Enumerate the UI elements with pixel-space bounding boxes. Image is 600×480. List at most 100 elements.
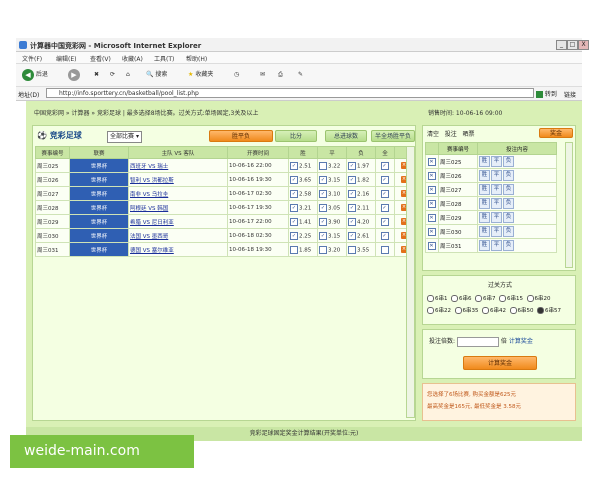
- multiple-box: 投注倍数: 倍 计算奖金 计算奖金: [422, 329, 576, 379]
- history-icon[interactable]: ◷: [234, 68, 239, 82]
- address-label: 地址(D): [18, 92, 40, 99]
- checkbox-all[interactable]: ✓: [380, 175, 389, 184]
- checkbox[interactable]: ✓: [319, 203, 327, 212]
- tab-score[interactable]: 比分: [275, 130, 317, 142]
- checkbox[interactable]: ✕: [427, 185, 436, 194]
- pass-option[interactable]: 6串22: [427, 307, 451, 314]
- checkbox[interactable]: ✓: [290, 161, 298, 170]
- checkbox[interactable]: ✕: [427, 171, 436, 180]
- match-scrollbar[interactable]: [406, 146, 415, 418]
- selected-scrollbar[interactable]: [565, 142, 573, 268]
- close-button[interactable]: X: [578, 40, 589, 50]
- tab-total-goals[interactable]: 总进球数: [325, 130, 367, 142]
- stop-icon[interactable]: ✖: [94, 68, 99, 82]
- bet-panel: 清空 投注 晒票 奖金 赛事编号 投注内容 ✕ 周三025 胜平负 ✕ 周三026 胜平…: [422, 125, 576, 421]
- print-icon[interactable]: ⎙: [278, 68, 283, 82]
- maximize-button[interactable]: □: [567, 40, 578, 50]
- address-bar: 地址(D) http://info.sporttery.cn/basketbal…: [16, 87, 582, 101]
- checkbox[interactable]: ✓: [348, 189, 356, 198]
- back-button[interactable]: ◀ 后退: [22, 68, 48, 82]
- refresh-icon[interactable]: ⟳: [110, 68, 115, 82]
- address-input[interactable]: http://info.sporttery.cn/basketball/pool…: [46, 88, 534, 98]
- match-panel-header: ⚽ 竞彩足球 全部比赛 ▾ 胜平负 比分 总进球数 半全场胜平负: [33, 128, 415, 144]
- col-lose: 负: [346, 146, 376, 159]
- pass-option[interactable]: 6串50: [509, 307, 534, 314]
- checkbox[interactable]: ✓: [319, 231, 327, 240]
- col-draw: 平: [317, 146, 347, 159]
- tab-win-draw-lose[interactable]: 胜平负: [209, 130, 273, 142]
- checkbox[interactable]: ✓: [290, 203, 298, 212]
- favorites-button[interactable]: ★ 收藏夹: [188, 68, 213, 82]
- star-icon: ★: [188, 71, 194, 78]
- match-filter-select[interactable]: 全部比赛 ▾: [107, 131, 142, 143]
- pass-option[interactable]: 6串35: [454, 307, 479, 314]
- checkbox[interactable]: ✓: [348, 217, 356, 226]
- menu-help[interactable]: 帮助(H): [186, 54, 207, 63]
- checkbox[interactable]: ✓: [319, 175, 327, 184]
- pass-option[interactable]: 6串7: [475, 295, 496, 302]
- checkbox[interactable]: ✓: [290, 217, 298, 226]
- links-button[interactable]: 链接: [564, 90, 576, 99]
- mail-icon[interactable]: ✉: [260, 68, 265, 82]
- menu-edit[interactable]: 编辑(E): [56, 54, 76, 63]
- menu-view[interactable]: 查看(V): [90, 54, 111, 63]
- pass-option[interactable]: 6串1: [427, 295, 448, 302]
- checkbox[interactable]: ✓: [290, 231, 298, 240]
- checkbox-all[interactable]: ✓: [380, 231, 389, 240]
- checkbox[interactable]: ✕: [427, 213, 436, 222]
- edit-icon[interactable]: ✎: [298, 68, 303, 82]
- search-button[interactable]: 🔍 搜索: [146, 68, 167, 82]
- chevron-down-icon: ▾: [135, 133, 139, 140]
- minimize-button[interactable]: _: [556, 40, 567, 50]
- go-button[interactable]: 转到: [536, 89, 557, 98]
- checkbox[interactable]: [319, 245, 327, 254]
- checkbox[interactable]: ✓: [348, 161, 356, 170]
- menu-tools[interactable]: 工具(T): [154, 54, 174, 63]
- table-header: 赛事编号 投注内容: [425, 142, 557, 155]
- checkbox[interactable]: ✓: [348, 203, 356, 212]
- checkbox[interactable]: ✓: [319, 217, 327, 226]
- calc-link[interactable]: 计算奖金: [509, 338, 533, 345]
- menu-file[interactable]: 文件(F): [22, 54, 42, 63]
- list-item: ✕ 周三025 胜平负: [425, 154, 557, 169]
- table-row: 周三025 世界杯 西班牙 VS 瑞士 10-06-16 22:00 ✓ 2.51…: [35, 158, 414, 173]
- checkbox[interactable]: ✓: [348, 175, 356, 184]
- checkbox-all[interactable]: ✓: [380, 189, 389, 198]
- pass-option[interactable]: 6串20: [526, 295, 551, 302]
- tab-prize[interactable]: 奖金: [539, 128, 573, 138]
- checkbox[interactable]: ✓: [290, 175, 298, 184]
- checkbox[interactable]: [319, 161, 327, 170]
- checkbox-all[interactable]: [380, 245, 389, 254]
- checkbox[interactable]: ✓: [290, 189, 298, 198]
- checkbox[interactable]: ✕: [427, 227, 436, 236]
- menu-favorites[interactable]: 收藏(A): [122, 54, 143, 63]
- multiple-row: 投注倍数: 倍 计算奖金: [429, 336, 533, 347]
- checkbox[interactable]: [348, 245, 356, 254]
- tab-clear[interactable]: 清空: [427, 131, 439, 138]
- table-row: 周三026 世界杯 智利 VS 洪都拉斯 10-06-16 19:30 ✓ 3.6…: [35, 172, 414, 187]
- selected-table: 赛事编号 投注内容 ✕ 周三025 胜平负 ✕ 周三026 胜平负 ✕ 周三027 胜平负 …: [425, 142, 557, 253]
- tab-bet[interactable]: 投注: [445, 131, 457, 138]
- list-item: ✕ 周三031 胜平负: [425, 238, 557, 253]
- checkbox[interactable]: ✕: [427, 199, 436, 208]
- home-icon[interactable]: ⌂: [126, 68, 130, 82]
- forward-button[interactable]: ▶: [68, 68, 80, 82]
- checkbox-all[interactable]: ✓: [380, 217, 389, 226]
- checkbox-all[interactable]: ✓: [380, 203, 389, 212]
- pass-option[interactable]: 6串42: [482, 307, 506, 314]
- pass-option[interactable]: 6串15: [499, 295, 523, 302]
- checkbox[interactable]: ✓: [319, 189, 327, 198]
- pass-option[interactable]: 6串6: [451, 295, 472, 302]
- checkbox[interactable]: ✕: [427, 241, 436, 250]
- col-time: 开赛时间: [227, 146, 289, 159]
- pass-option[interactable]: 6串57: [537, 307, 561, 314]
- checkbox-all[interactable]: ✓: [380, 161, 389, 170]
- checkbox[interactable]: [290, 245, 298, 254]
- multiple-input[interactable]: [456, 336, 499, 347]
- checkbox[interactable]: ✕: [427, 157, 436, 166]
- calc-prize-button[interactable]: 计算奖金: [463, 356, 537, 370]
- table-header: 赛事编号 联赛 主队 VS 客队 开赛时间 胜 平 负 全: [35, 146, 414, 159]
- tab-ticket[interactable]: 晒票: [463, 131, 475, 138]
- checkbox[interactable]: ✓: [348, 231, 356, 240]
- tab-half-full[interactable]: 半全场胜平负: [371, 130, 415, 142]
